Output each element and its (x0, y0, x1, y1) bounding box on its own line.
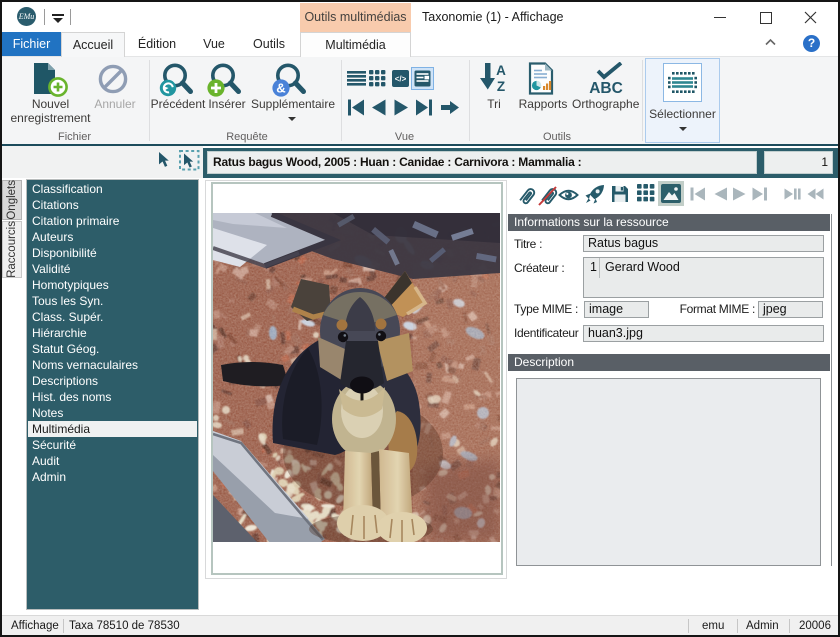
svg-text:&: & (276, 81, 285, 96)
svg-text:Z: Z (497, 79, 505, 94)
svg-text:ABC: ABC (589, 80, 623, 95)
svg-text:</>: </> (395, 75, 407, 84)
svg-text:A: A (496, 63, 506, 78)
